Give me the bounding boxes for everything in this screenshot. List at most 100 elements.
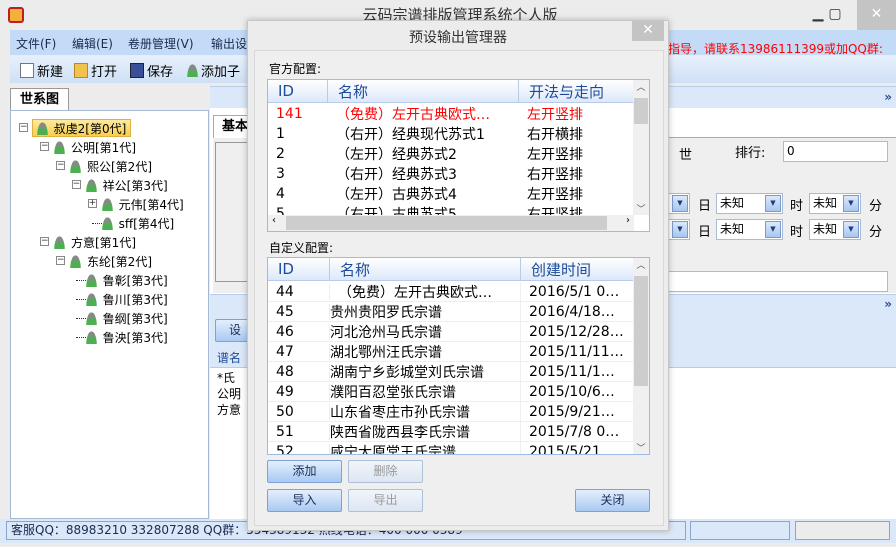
column-header[interactable]: ID (268, 258, 330, 280)
status-cell (795, 521, 890, 540)
collapse-icon[interactable]: − (40, 237, 49, 246)
config-row[interactable]: 4 （左开）古典苏式4 左开竖排 (268, 184, 634, 204)
config-row[interactable]: 47 湖北鄂州汪氏宗谱 2015/11/11… (268, 341, 634, 362)
tree-node-label: 元伟[第4代] (118, 197, 184, 212)
config-row[interactable]: 2 （左开）经典苏式2 左开竖排 (268, 144, 634, 164)
config-cell: 2 (276, 146, 285, 162)
scroll-thumb[interactable] (634, 276, 648, 386)
chevron-down-icon: ▼ (672, 221, 688, 238)
config-row[interactable]: 141 （免费）左开古典欧式… 左开竖排 (268, 104, 634, 124)
menu-output[interactable]: 输出设 (211, 35, 247, 52)
config-row[interactable]: 51 陕西省陇西县李氏宗谱 2015/7/8 0… (268, 421, 634, 442)
tree-node[interactable]: 鲁纲[第3代] (85, 309, 168, 327)
horizontal-scrollbar[interactable]: ‹ › (268, 215, 634, 231)
config-row[interactable]: 1 （右开）经典现代苏式1 右开横排 (268, 124, 634, 144)
tree-node-label: 鲁纲[第3代] (102, 311, 168, 326)
tree-node[interactable]: 鲁泱[第3代] (85, 328, 168, 346)
import-button[interactable]: 导入 (267, 489, 342, 512)
column-header[interactable]: 名称 (328, 80, 519, 102)
hour-dropdown[interactable]: 未知 ▼ (716, 193, 783, 214)
config-row[interactable]: 45 贵州贵阳罗氏宗谱 2016/4/18… (268, 301, 634, 322)
table-row[interactable]: 公明 (217, 385, 241, 402)
scroll-left-icon[interactable]: ‹ (272, 215, 276, 226)
menu-volume[interactable]: 卷册管理(V) (128, 35, 194, 52)
collapse-icon[interactable]: − (40, 142, 49, 151)
config-row[interactable]: 3 （右开）经典苏式3 右开竖排 (268, 164, 634, 184)
add-child-button[interactable]: 添加子 (187, 61, 240, 80)
config-row[interactable]: 49 濮阳百忍堂张氏宗谱 2015/10/6… (268, 381, 634, 402)
dialog-close-button[interactable]: ✕ (632, 21, 664, 41)
add-button[interactable]: 添加 (267, 460, 342, 483)
config-cell: 湖北鄂州汪氏宗谱 (330, 341, 521, 362)
scroll-down-icon[interactable]: ﹀ (633, 441, 649, 454)
collapse-icon[interactable]: − (19, 123, 28, 132)
config-cell: 1 (276, 126, 285, 142)
scroll-down-icon[interactable]: ﹀ (633, 202, 649, 215)
scroll-right-icon[interactable]: › (626, 215, 630, 226)
table-row[interactable]: 方意 (217, 401, 241, 418)
collapse-icon[interactable]: − (56, 256, 65, 265)
menu-file[interactable]: 文件(F) (16, 35, 56, 52)
tree-node[interactable]: 祥公[第3代] (85, 176, 168, 194)
collapse-icon[interactable]: − (71, 180, 81, 189)
config-cell: 2015/5/21… (521, 443, 634, 454)
config-cell: 2015/10/6… (521, 383, 634, 400)
config-cell: （免费）左开古典欧式… (330, 281, 521, 302)
expand-icon[interactable]: + (87, 199, 97, 208)
save-button[interactable]: 保存 (130, 61, 173, 80)
close-window-button[interactable]: ✕ (857, 0, 896, 30)
column-header[interactable]: ID (268, 80, 328, 102)
folder-icon (74, 63, 88, 78)
scroll-thumb[interactable] (286, 216, 607, 230)
tree-node[interactable]: 元伟[第4代] (101, 195, 184, 213)
tree-node[interactable]: 叔虔2[第0代] (31, 119, 132, 137)
expand-icon[interactable]: » (884, 297, 892, 311)
vertical-scrollbar[interactable]: ︿ ﹀ (633, 258, 649, 454)
tree-node[interactable]: 东纶[第2代] (70, 252, 152, 270)
column-header[interactable]: 名称 (330, 258, 521, 280)
close-button[interactable]: 关闭 (575, 489, 650, 512)
scroll-up-icon[interactable]: ︿ (633, 258, 649, 271)
config-row[interactable]: 52 咸宁大原堂王氏宗谱 2015/5/21… (268, 441, 634, 454)
tree-connector (75, 337, 86, 338)
hour-label: 时 (790, 225, 804, 240)
column-header[interactable]: 开法与走向 (519, 80, 634, 102)
scroll-thumb[interactable] (634, 98, 648, 124)
tree-node[interactable]: 鲁彰[第3代] (85, 271, 168, 289)
tree-node[interactable]: 熙公[第2代] (70, 157, 152, 175)
export-button[interactable]: 导出 (348, 489, 423, 512)
config-row[interactable]: 50 山东省枣庄市孙氏宗谱 2015/9/21… (268, 401, 634, 422)
tree-node[interactable]: 公明[第1代] (54, 138, 136, 156)
minute-value: 未知 (813, 222, 838, 236)
rank-input[interactable]: 0 (783, 141, 888, 162)
minute-dropdown[interactable]: 未知 ▼ (809, 193, 861, 214)
tree-node[interactable]: 鲁川[第3代] (85, 290, 168, 308)
minute-dropdown[interactable]: 未知 ▼ (809, 219, 861, 240)
config-row[interactable]: 46 河北沧州马氏宗谱 2015/12/28… (268, 321, 634, 342)
generation-suffix: 世 (679, 148, 693, 163)
scroll-up-icon[interactable]: ︿ (633, 80, 649, 93)
tree-node[interactable]: 方意[第1代] (54, 233, 136, 251)
person-icon (36, 121, 48, 135)
tree-node[interactable]: sff[第4代] (101, 214, 175, 232)
collapse-icon[interactable]: − (56, 161, 65, 170)
menu-edit[interactable]: 编辑(E) (72, 35, 113, 52)
notes-input[interactable] (668, 271, 888, 292)
expand-icon[interactable]: » (884, 90, 892, 104)
maximize-button[interactable]: ▢ (813, 0, 857, 30)
delete-button[interactable]: 删除 (348, 460, 423, 483)
vertical-scrollbar[interactable]: ︿ ﹀ (633, 80, 649, 215)
config-row[interactable]: 48 湖南宁乡彭城堂刘氏宗谱 2015/11/1… (268, 361, 634, 382)
column-genealogy-name: 谱名 (217, 351, 242, 365)
table-row[interactable]: *氏 (217, 369, 235, 386)
open-button[interactable]: 打开 (74, 61, 117, 80)
tab-lineage-chart[interactable]: 世系图 (10, 88, 69, 111)
tree-node-label: sff[第4代] (118, 216, 175, 231)
config-cell: 45 (268, 303, 330, 320)
day-dropdown[interactable]: ▼ (668, 193, 690, 214)
new-button[interactable]: 新建 (20, 61, 63, 80)
column-header[interactable]: 创建时间 (521, 258, 634, 280)
config-row[interactable]: 44 （免费）左开古典欧式… 2016/5/1 0… (268, 281, 634, 302)
day-dropdown[interactable]: ▼ (668, 219, 690, 240)
hour-dropdown[interactable]: 未知 ▼ (716, 219, 783, 240)
